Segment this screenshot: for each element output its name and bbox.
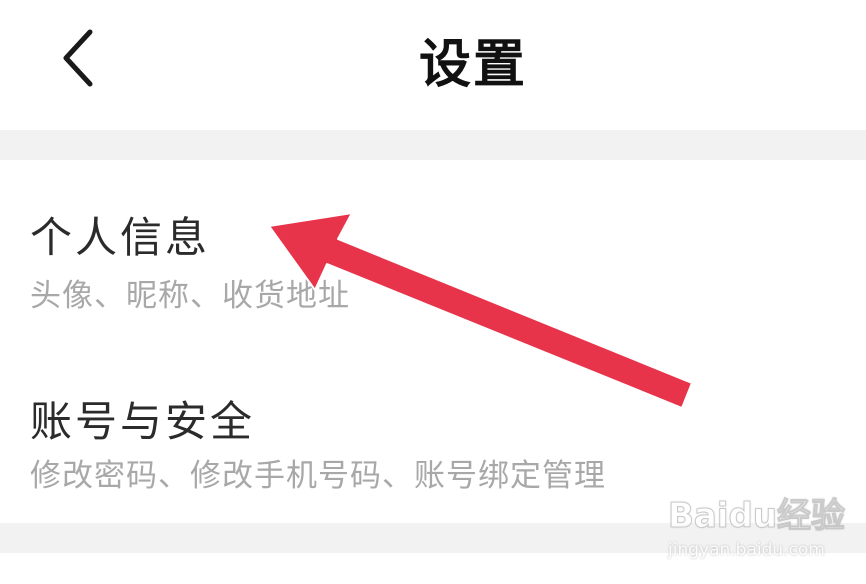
settings-item-personal-info[interactable]: 个人信息 头像、昵称、收货地址 <box>0 160 866 340</box>
watermark-url: jingyan.baidu.com <box>668 540 825 560</box>
settings-item-subtitle: 头像、昵称、收货地址 <box>30 278 350 314</box>
page-title: 设置 <box>418 35 527 95</box>
baidu-jingyan-watermark: Baidu经验 jingyan.baidu.com <box>667 488 848 578</box>
watermark-brand: Baidu经验 <box>667 496 846 537</box>
settings-item-subtitle: 修改密码、修改手机号码、账号绑定管理 <box>30 458 606 494</box>
settings-item-title: 个人信息 <box>30 213 211 262</box>
settings-item-title: 账号与安全 <box>30 397 256 446</box>
top-bar: 设置 <box>0 0 866 130</box>
section-divider <box>0 130 866 160</box>
